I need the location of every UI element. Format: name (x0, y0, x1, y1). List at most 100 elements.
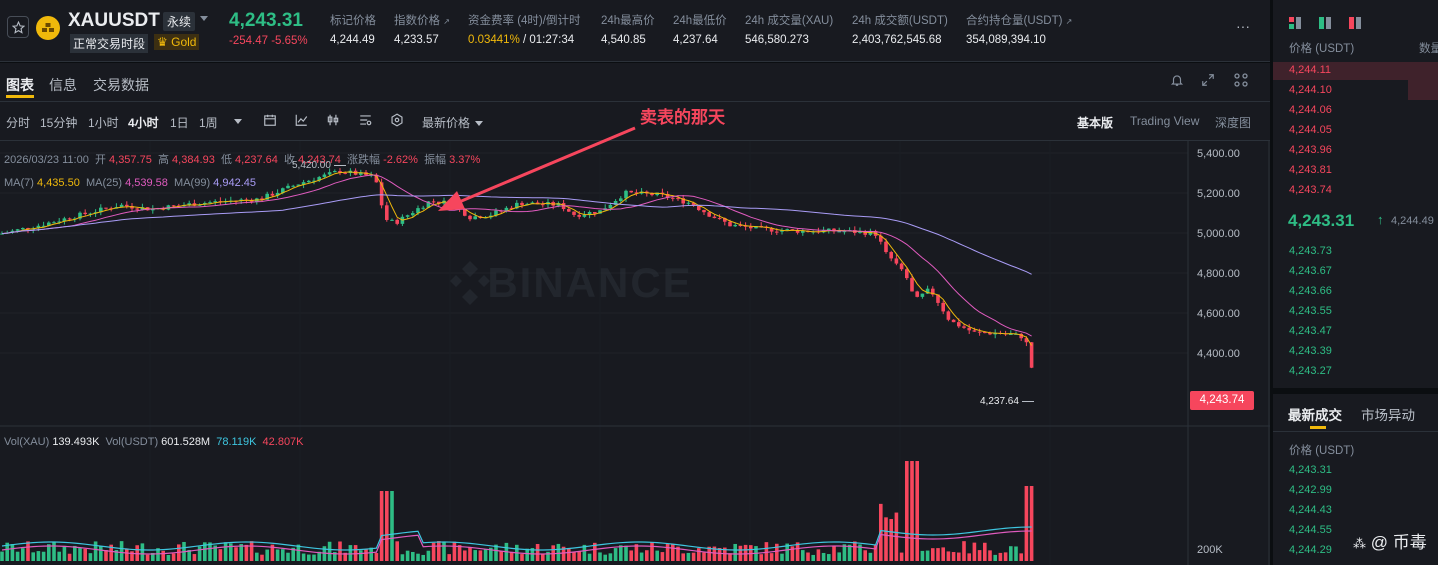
orderbook-mode-both-icon[interactable] (1289, 16, 1301, 34)
volume-bar (541, 553, 545, 561)
candle-body (717, 218, 722, 220)
volume-bar (931, 548, 935, 561)
interval-more-dropdown-icon[interactable] (234, 119, 242, 124)
ask-row-price[interactable]: 4,243.96 (1289, 144, 1332, 156)
bell-icon[interactable] (1170, 73, 1184, 92)
ask-row-price[interactable]: 4,244.06 (1289, 104, 1332, 116)
volume-bar (265, 549, 269, 561)
candle-body (972, 330, 977, 332)
more-options-icon[interactable]: ··· (1236, 18, 1250, 34)
ask-row-price[interactable]: 4,244.11 (1289, 64, 1331, 76)
interval-timeline[interactable]: 分时 (6, 114, 30, 131)
candle-body (749, 226, 753, 229)
volume-bars (0, 461, 1034, 561)
ask-row-price[interactable]: 4,243.74 (1289, 184, 1332, 196)
candle-body (15, 229, 20, 231)
interval-1h[interactable]: 1小时 (88, 114, 119, 131)
source-watermark: ⁂ @ 币毒 (1353, 528, 1427, 553)
tab-market-movers[interactable]: 市场异动 (1361, 404, 1415, 424)
bid-row-price[interactable]: 4,243.67 (1289, 265, 1332, 277)
bid-row-price[interactable]: 4,243.55 (1289, 305, 1332, 317)
stat-label-oi[interactable]: 合约持仓量(USDT) ↗ (966, 12, 1072, 28)
bid-row-price[interactable]: 4,243.66 (1289, 285, 1332, 297)
tab-info[interactable]: 信息 (49, 75, 77, 95)
bid-row-price[interactable]: 4,243.73 (1289, 245, 1332, 257)
tab-trading-data[interactable]: 交易数据 (93, 75, 149, 95)
ask-row-price[interactable]: 4,244.10 (1289, 84, 1332, 96)
volume-bar (863, 550, 867, 561)
volume-bar (613, 548, 618, 561)
interval-15m[interactable]: 15分钟 (40, 114, 77, 131)
orderbook-mode-asks-icon[interactable] (1349, 16, 1361, 34)
volume-bar (821, 552, 826, 561)
volume-bar (827, 554, 831, 561)
view-depth[interactable]: 深度图 (1215, 114, 1251, 131)
candle-style-icon[interactable] (326, 113, 340, 132)
trade-row-price[interactable]: 4,242.99 (1289, 484, 1332, 496)
candle-body (582, 214, 587, 217)
trade-row-price[interactable]: 4,244.43 (1289, 504, 1332, 516)
candle-body (411, 213, 415, 216)
calendar-icon[interactable] (263, 113, 277, 132)
volume-bar (567, 548, 571, 561)
settings-list-icon[interactable] (358, 113, 373, 132)
session-badge: 正常交易时段 (70, 34, 149, 53)
tab-latest-trades[interactable]: 最新成交 (1288, 404, 1342, 424)
volume-bar (853, 541, 857, 561)
interval-1d[interactable]: 1日 (170, 114, 189, 131)
symbol-name[interactable]: XAUUSDT (68, 10, 160, 32)
trade-row-price[interactable]: 4,244.55 (1289, 524, 1332, 536)
volume-bar (691, 552, 696, 561)
volume-bar (655, 550, 659, 561)
bid-row-price[interactable]: 4,243.39 (1289, 345, 1332, 357)
volume-bar (374, 553, 379, 561)
interval-4h[interactable]: 4小时 (128, 114, 159, 131)
high-marker: 5,420.00 (292, 160, 346, 171)
volume-bar (327, 541, 332, 561)
expand-icon[interactable] (1201, 73, 1215, 92)
gear-icon[interactable] (390, 113, 404, 132)
candle-body (899, 263, 904, 270)
trade-row-price[interactable]: 4,243.31 (1289, 464, 1332, 476)
volume-bar (1009, 546, 1013, 561)
stat-label-volume: 24h 成交量(XAU) (745, 15, 834, 27)
favorite-star-icon[interactable] (7, 16, 29, 38)
layout-grid-icon[interactable] (1233, 72, 1249, 93)
bid-row-price[interactable]: 4,243.27 (1289, 365, 1332, 377)
volume-bar (437, 541, 441, 561)
volume-bar (884, 517, 888, 561)
candle-body (712, 216, 717, 219)
volume-bar (806, 552, 810, 561)
view-tradingview[interactable]: Trading View (1130, 114, 1199, 128)
volume-bar (478, 550, 483, 561)
stat-label-index[interactable]: 指数价格 ↗ (394, 12, 450, 28)
symbol-dropdown-icon[interactable] (200, 16, 208, 21)
orderbook-mode-bids-icon[interactable] (1319, 16, 1331, 34)
interval-1w[interactable]: 1周 (199, 114, 218, 131)
candle-body (390, 219, 394, 221)
view-basic[interactable]: 基本版 (1077, 114, 1113, 131)
vol-ma2-value: 42.807K (262, 436, 304, 448)
trade-row-price[interactable]: 4,244.29 (1289, 544, 1332, 556)
bid-row-price[interactable]: 4,243.47 (1289, 325, 1332, 337)
tab-chart[interactable]: 图表 (6, 75, 34, 95)
volume-bar (1024, 486, 1029, 561)
stat-label-high: 24h最高价 (601, 15, 655, 27)
candle-body (104, 207, 108, 209)
candle-body (385, 205, 389, 220)
volume-bar (743, 544, 748, 561)
stat-value-high: 4,540.85 (601, 34, 646, 46)
candle-body (946, 311, 951, 320)
indicators-icon[interactable] (294, 113, 309, 132)
low-marker: 4,237.64 (980, 396, 1034, 407)
ohlc-low-label: 低 (220, 154, 232, 166)
candle-body (125, 204, 129, 207)
ask-row-price[interactable]: 4,243.81 (1289, 164, 1332, 176)
ma25-value: 4,539.58 (125, 177, 168, 189)
volume-bar (946, 551, 951, 561)
volume-bar (629, 550, 633, 561)
volume-axis-label: 200K (1197, 544, 1223, 556)
volume-bar (67, 553, 72, 561)
ask-row-price[interactable]: 4,244.05 (1289, 124, 1332, 136)
stat-label-oi-text: 合约持仓量(USDT) (966, 15, 1063, 27)
